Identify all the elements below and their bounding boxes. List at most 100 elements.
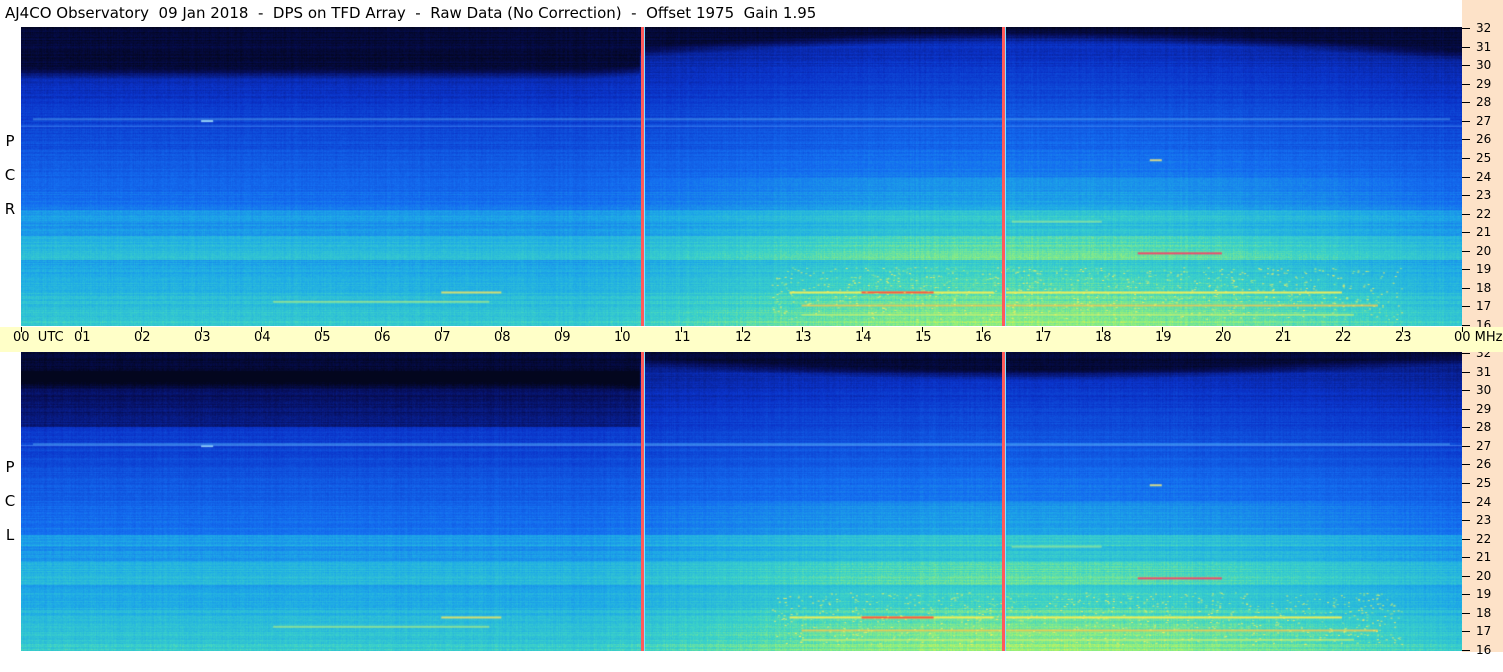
freq-tick-17	[1462, 306, 1470, 308]
freq-tick-19	[1462, 269, 1470, 271]
freq-label-30: 30	[1476, 383, 1492, 398]
freq-tick-31	[1462, 371, 1470, 373]
freq-tick-18	[1462, 612, 1470, 614]
time-label-9: 09	[554, 330, 571, 345]
utc-time-axis: 00 UTC 01 02 03 04 05 06 07 08 09 10 11 12 13 14 15 16 17…	[0, 327, 1503, 352]
freq-label-27: 27	[1476, 438, 1492, 453]
freq-label-28: 28	[1476, 420, 1492, 435]
freq-tick-21	[1462, 557, 1470, 559]
time-label-20: 20	[1215, 330, 1232, 345]
time-marker-edge-0-1	[644, 352, 645, 651]
freq-tick-17	[1462, 631, 1470, 633]
freq-tick-20	[1462, 575, 1470, 577]
freq-tick-22	[1462, 538, 1470, 540]
freq-tick-30	[1462, 65, 1470, 67]
time-label-6: 06	[374, 330, 391, 345]
time-label-13: 13	[795, 330, 812, 345]
rcp-spectrogram-canvas	[21, 27, 1462, 326]
freq-label-31: 31	[1476, 364, 1492, 379]
time-label-11: 11	[674, 330, 691, 345]
freq-tick-25	[1462, 157, 1470, 159]
time-marker-edge-1-1	[1005, 352, 1006, 651]
freq-tick-24	[1462, 176, 1470, 178]
freq-tick-30	[1462, 390, 1470, 392]
time-label-2: 02	[134, 330, 151, 345]
time-label-24: 00 MHz	[1454, 330, 1503, 345]
time-label-4: 04	[254, 330, 271, 345]
freq-tick-29	[1462, 408, 1470, 410]
rcp-frequency-axis: 32 31 30 29 28 27 26 25 24 23 22 21 20 19 18 17 16	[1462, 21, 1503, 331]
freq-label-25: 25	[1476, 150, 1492, 165]
time-label-3: 03	[194, 330, 211, 345]
freq-label-26: 26	[1476, 457, 1492, 472]
freq-label-27: 27	[1476, 113, 1492, 128]
freq-tick-32	[1462, 28, 1470, 29]
freq-label-21: 21	[1476, 225, 1492, 240]
freq-tick-27	[1462, 445, 1470, 447]
freq-tick-23	[1462, 195, 1470, 197]
lcp-label-l: L	[5, 526, 15, 544]
freq-tick-25	[1462, 482, 1470, 484]
freq-tick-21	[1462, 232, 1470, 234]
freq-label-28: 28	[1476, 95, 1492, 110]
lcp-spectrogram-canvas	[21, 352, 1462, 651]
freq-label-29: 29	[1476, 401, 1492, 416]
time-label-18: 18	[1095, 330, 1112, 345]
lcp-spectrogram	[21, 352, 1462, 651]
time-label-10: 10	[614, 330, 631, 345]
freq-label-23: 23	[1476, 513, 1492, 528]
freq-label-19: 19	[1476, 587, 1492, 602]
time-label-0: 00 UTC	[13, 330, 64, 345]
freq-label-18: 18	[1476, 605, 1492, 620]
time-label-15: 15	[915, 330, 932, 345]
freq-tick-16	[1462, 325, 1470, 326]
time-marker-edge-0-0	[644, 27, 645, 326]
rcp-label-p: P	[5, 132, 15, 150]
time-label-7: 07	[434, 330, 451, 345]
time-label-14: 14	[855, 330, 872, 345]
time-label-16: 16	[975, 330, 992, 345]
freq-tick-20	[1462, 250, 1470, 252]
freq-tick-29	[1462, 83, 1470, 85]
time-marker-edge-1-0	[1005, 27, 1006, 326]
freq-tick-32	[1462, 353, 1470, 354]
freq-label-16: 16	[1476, 643, 1492, 657]
freq-tick-18	[1462, 287, 1470, 289]
time-label-1: 01	[74, 330, 91, 345]
time-label-17: 17	[1035, 330, 1052, 345]
freq-label-31: 31	[1476, 39, 1492, 54]
freq-tick-19	[1462, 594, 1470, 596]
freq-tick-16	[1462, 650, 1470, 651]
time-label-5: 05	[314, 330, 331, 345]
freq-label-21: 21	[1476, 550, 1492, 565]
freq-label-19: 19	[1476, 262, 1492, 277]
freq-tick-26	[1462, 464, 1470, 466]
lcp-label-c: C	[4, 492, 16, 510]
freq-label-17: 17	[1476, 624, 1492, 639]
freq-tick-28	[1462, 427, 1470, 429]
freq-tick-26	[1462, 139, 1470, 141]
freq-label-25: 25	[1476, 475, 1492, 490]
chart-title: AJ4CO Observatory 09 Jan 2018 - DPS on T…	[5, 4, 817, 22]
rcp-label-c: C	[4, 166, 16, 184]
time-label-22: 22	[1335, 330, 1352, 345]
lcp-label-p: P	[5, 458, 15, 476]
freq-label-32: 32	[1476, 21, 1492, 35]
freq-label-30: 30	[1476, 58, 1492, 73]
freq-label-23: 23	[1476, 188, 1492, 203]
freq-label-20: 20	[1476, 568, 1492, 583]
freq-label-26: 26	[1476, 132, 1492, 147]
time-label-19: 19	[1155, 330, 1172, 345]
time-label-12: 12	[735, 330, 752, 345]
freq-label-29: 29	[1476, 76, 1492, 91]
lcp-frequency-axis: 32 31 30 29 28 27 26 25 24 23 22 21 20 19 18 17 16	[1462, 347, 1503, 656]
freq-tick-24	[1462, 501, 1470, 503]
freq-label-20: 20	[1476, 243, 1492, 258]
time-label-21: 21	[1275, 330, 1292, 345]
time-label-23: 23	[1395, 330, 1412, 345]
rcp-label-r: R	[4, 200, 16, 218]
freq-label-18: 18	[1476, 280, 1492, 295]
freq-label-17: 17	[1476, 299, 1492, 314]
freq-tick-23	[1462, 520, 1470, 522]
freq-tick-27	[1462, 120, 1470, 122]
